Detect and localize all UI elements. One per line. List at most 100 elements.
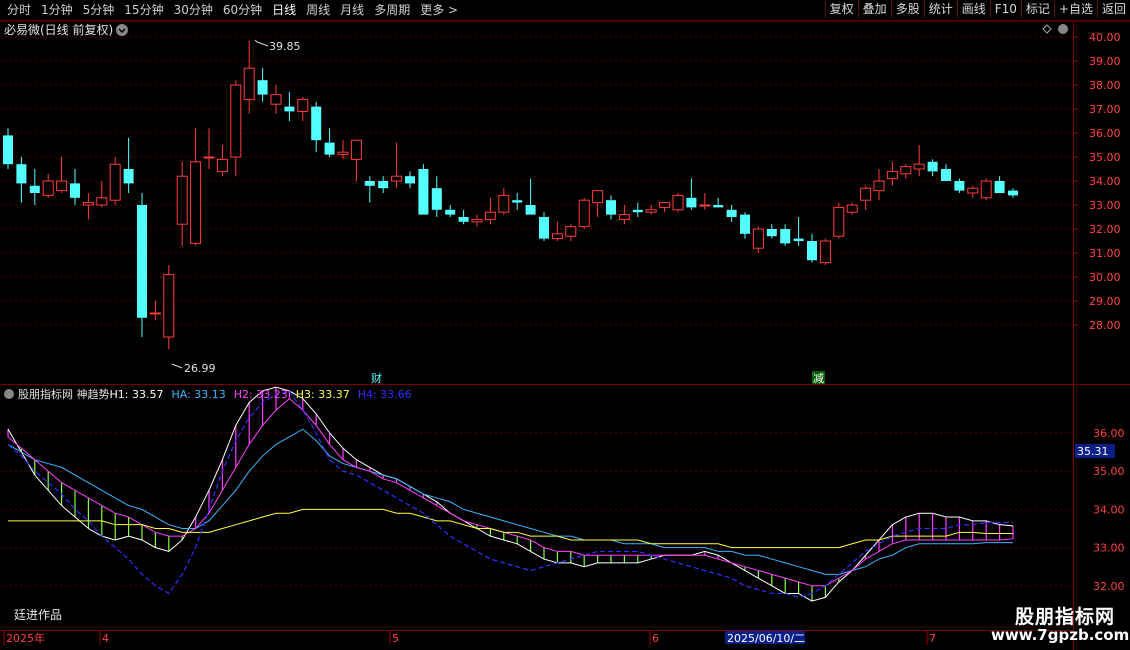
- candle: [713, 197, 724, 208]
- candle: [941, 164, 951, 181]
- candle: [297, 97, 309, 121]
- candle: [539, 212, 549, 241]
- candle: [445, 205, 456, 217]
- candle: [391, 142, 403, 189]
- price-tick-label: 36.00: [1089, 127, 1121, 140]
- candle: [230, 80, 242, 177]
- candle: [458, 209, 469, 225]
- current-value: 35.31: [1077, 445, 1109, 458]
- candle: [70, 169, 80, 205]
- candle: [780, 224, 791, 246]
- indicator-value-4: H4: 33.66: [358, 388, 412, 401]
- indicator-series-H4: [7, 390, 1013, 598]
- candle: [525, 178, 536, 215]
- indicator-tick-label: 32.00: [1093, 580, 1125, 593]
- title-dropdown-icon[interactable]: [116, 24, 128, 36]
- candle: [819, 238, 831, 265]
- indicator-name: 股朋指标网 神趋势: [18, 387, 110, 401]
- price-tick-label: 40.00: [1089, 31, 1121, 44]
- candle: [1008, 188, 1018, 198]
- candles-layer: [3, 40, 1018, 350]
- pane-settings-icon[interactable]: [1058, 24, 1068, 34]
- candle: [123, 137, 134, 193]
- candle: [900, 164, 912, 179]
- candle: [284, 92, 295, 121]
- low-annotation: 26.99: [171, 362, 216, 375]
- candle: [216, 145, 228, 177]
- price-tick-label: 31.00: [1089, 247, 1121, 260]
- time-label: 4: [102, 632, 109, 645]
- candle: [378, 176, 389, 193]
- time-label: 6: [652, 632, 659, 645]
- candle: [109, 157, 121, 205]
- candle: [967, 185, 979, 198]
- candle: [364, 176, 375, 203]
- candle: [618, 205, 630, 225]
- candle: [16, 157, 27, 203]
- indicator-series-H1: [7, 386, 1014, 602]
- candle: [740, 212, 750, 239]
- candle: [3, 128, 13, 169]
- candle: [833, 202, 845, 239]
- candle: [418, 164, 429, 215]
- candle: [82, 193, 94, 220]
- candle: [96, 181, 108, 208]
- chart-title: 必易微(日线 前复权): [4, 22, 113, 37]
- candle: [405, 171, 415, 189]
- time-label: 5: [392, 632, 399, 645]
- diamond-icon[interactable]: [1042, 24, 1052, 34]
- candle: [766, 224, 777, 239]
- candle: [886, 161, 898, 186]
- candle: [980, 178, 992, 201]
- indicator-layer: [7, 386, 1014, 602]
- svg-text:26.99: 26.99: [184, 362, 216, 375]
- cursor-date: 2025/06/10/二: [727, 632, 805, 645]
- candle: [846, 202, 858, 215]
- indicator-tick-label: 36.00: [1093, 427, 1125, 440]
- price-tick-label: 35.00: [1089, 151, 1121, 164]
- candle: [807, 233, 817, 263]
- indicator-series-H2: [7, 397, 1014, 587]
- indicator-dropdown-icon[interactable]: [4, 389, 14, 399]
- indicator-tick-label: 33.00: [1093, 542, 1125, 555]
- indicator-value-2: H2: 33.23: [234, 388, 288, 401]
- candle: [994, 176, 1005, 193]
- candle: [29, 169, 40, 205]
- candle: [793, 217, 804, 246]
- price-tick-label: 37.00: [1089, 103, 1121, 116]
- candle: [149, 301, 161, 321]
- kline-chart[interactable]: 40.00 39.00 38.00 37.00 36.00 35.00 34.00 33.00…: [0, 0, 1130, 650]
- candle: [551, 221, 563, 241]
- price-tick-label: 34.00: [1089, 175, 1121, 188]
- candle: [592, 190, 604, 217]
- watermark-title: 股朋指标网: [1015, 606, 1116, 628]
- indicator-series-HA: [7, 428, 1013, 575]
- author-note: 廷进作品: [14, 608, 62, 622]
- price-tick-label: 38.00: [1089, 79, 1121, 92]
- candle: [243, 40, 255, 114]
- candle: [672, 193, 684, 213]
- price-tick-label: 28.00: [1089, 319, 1121, 332]
- high-annotation: 39.85: [254, 39, 301, 53]
- indicator-value-0: H1: 33.57: [110, 388, 164, 401]
- candle: [752, 226, 764, 253]
- price-tick-label: 33.00: [1089, 199, 1121, 212]
- candle: [498, 188, 510, 215]
- candle: [913, 145, 925, 177]
- candle: [163, 265, 175, 350]
- candle: [512, 193, 523, 210]
- indicator-tick-label: 34.00: [1093, 503, 1125, 516]
- candle: [484, 197, 496, 225]
- price-tick-label: 30.00: [1089, 271, 1121, 284]
- price-grid: [0, 36, 1073, 326]
- indicator-grid: [0, 432, 1073, 587]
- candle: [927, 159, 938, 177]
- svg-text:39.85: 39.85: [269, 40, 301, 53]
- candle: [203, 128, 215, 169]
- candle: [471, 214, 483, 227]
- candle: [860, 185, 872, 210]
- candle: [270, 85, 282, 114]
- candle: [311, 101, 322, 153]
- candle: [699, 193, 711, 210]
- candle: [431, 176, 442, 217]
